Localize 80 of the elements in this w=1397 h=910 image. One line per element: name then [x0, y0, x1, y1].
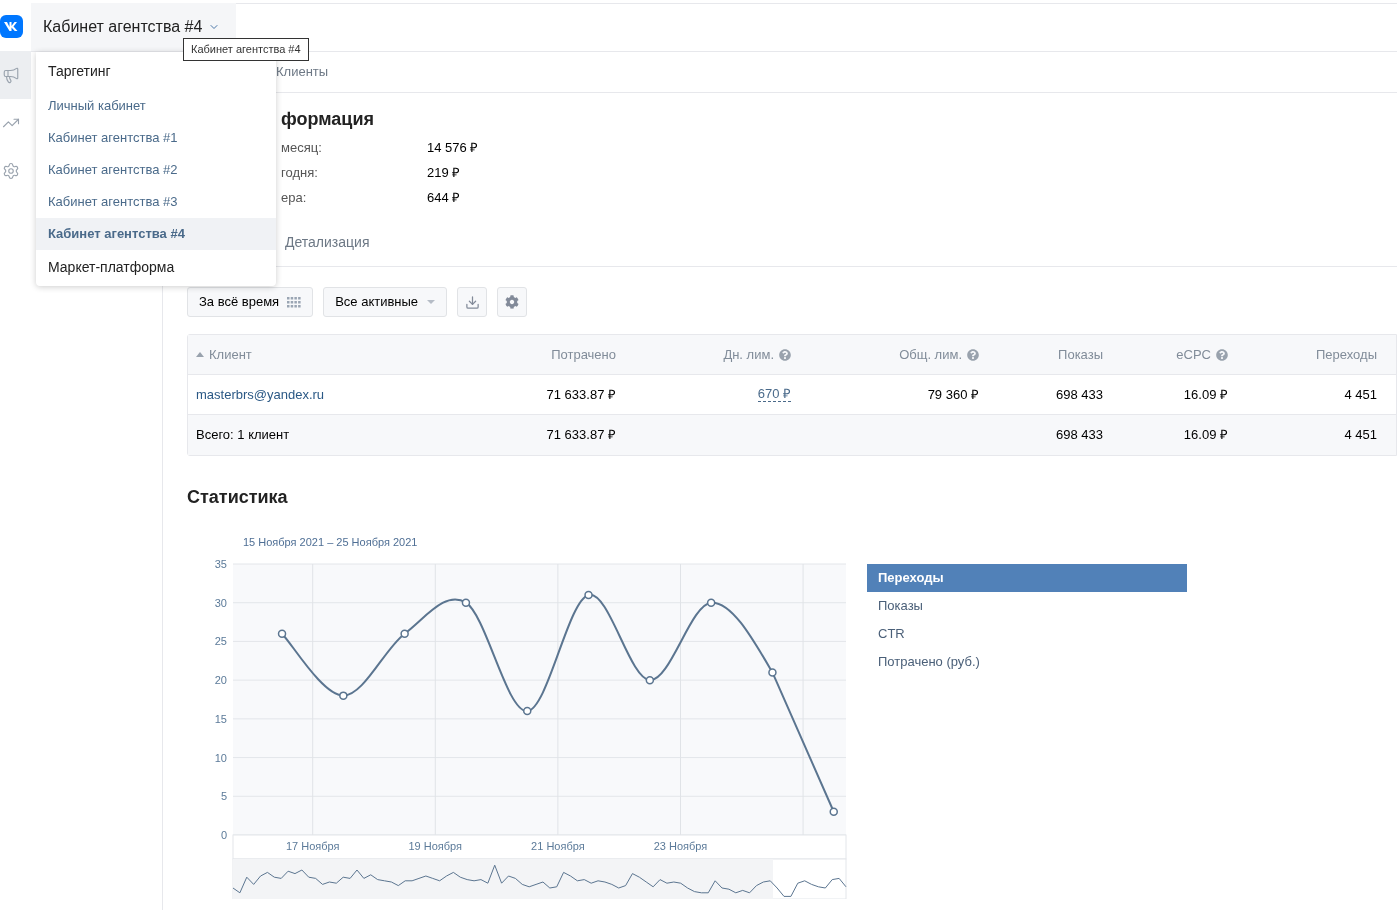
- data-point: [768, 668, 777, 677]
- y-tick-label: 5: [220, 790, 227, 803]
- data-point: [277, 629, 287, 638]
- help-icon[interactable]: [779, 348, 791, 361]
- table-cell-text: 698 433: [1056, 426, 1103, 445]
- section-title: формация: [281, 108, 375, 131]
- data-point: [523, 706, 532, 716]
- column-header[interactable]: Дн. лим.: [723, 344, 774, 365]
- column-header[interactable]: Общ. лим.: [899, 344, 962, 365]
- vk-logo-icon[interactable]: [0, 15, 23, 38]
- menu-item[interactable]: Кабинет агентства #2: [36, 154, 276, 186]
- table-cell-text: 71 633.87 ₽: [546, 426, 616, 445]
- legend-item[interactable]: Показы: [867, 592, 1187, 620]
- table-cell-text: 16.09 ₽: [1183, 426, 1228, 445]
- column-header[interactable]: eCPC: [1176, 344, 1211, 365]
- filter-dropdown[interactable]: Все активные: [323, 287, 448, 317]
- column-header[interactable]: Показы: [1058, 344, 1103, 365]
- navigator-drawing[interactable]: [232, 858, 847, 899]
- y-tick-label: 10: [214, 751, 227, 764]
- data-point: [339, 691, 348, 700]
- data-point: [829, 807, 838, 816]
- y-tick-label: 15: [214, 712, 227, 725]
- column-header[interactable]: Потрачено: [551, 344, 616, 365]
- table-cell-text: 698 433: [1056, 385, 1103, 404]
- info-label: ера:: [281, 188, 308, 207]
- info-value: 219 ₽: [427, 163, 461, 182]
- tab[interactable]: Детализация: [285, 232, 370, 253]
- table-cell-text: Всего: 1 клиент: [196, 426, 290, 445]
- help-icon[interactable]: [967, 348, 979, 361]
- x-tick-label: 17 Ноября: [285, 840, 340, 852]
- data-point: [706, 598, 716, 607]
- y-tick-label: 30: [214, 596, 227, 609]
- info-value: 644 ₽: [427, 188, 461, 207]
- client-link[interactable]: masterbrs@yandex.ru: [196, 384, 325, 405]
- settings-icon[interactable]: [2, 162, 20, 180]
- menu-item[interactable]: Маркет-платформа: [36, 252, 276, 282]
- x-tick-label: 19 Ноября: [408, 840, 463, 852]
- period-button[interactable]: За всё время: [187, 287, 314, 317]
- menu-item[interactable]: Кабинет агентства #1: [36, 122, 276, 154]
- download-button[interactable]: [457, 287, 488, 317]
- x-tick-label: 23 Ноября: [653, 840, 708, 852]
- table-cell-text: 79 360 ₽: [927, 385, 979, 404]
- table-cell-text: 71 633.87 ₽: [546, 385, 616, 404]
- rail-tab[interactable]: [0, 51, 31, 99]
- table-cell-text: 4 451: [1344, 426, 1377, 445]
- y-tick-label: 25: [214, 635, 227, 648]
- data-point: [645, 675, 655, 685]
- chart-title: 15 Ноября 2021 – 25 Ноября 2021: [243, 536, 418, 548]
- sort-up-icon[interactable]: [196, 352, 204, 357]
- column-header[interactable]: Переходы: [1316, 344, 1377, 365]
- menu-item[interactable]: Кабинет агентства #3: [36, 186, 276, 218]
- tooltip: Кабинет агентства #4: [183, 38, 309, 61]
- help-icon[interactable]: [1216, 348, 1228, 361]
- section-title: Статистика: [187, 486, 289, 509]
- y-tick-label: 0: [220, 829, 227, 841]
- menu-item[interactable]: Кабинет агентства #4: [36, 218, 276, 250]
- column-header[interactable]: Клиент: [209, 344, 252, 365]
- table-cell-text: 4 451: [1344, 385, 1377, 404]
- settings-icon: [505, 295, 520, 309]
- data-point: [400, 629, 409, 638]
- y-tick-label: 20: [214, 674, 227, 687]
- info-label: годня:: [281, 163, 319, 182]
- download-icon: [464, 294, 480, 310]
- info-label: месяц:: [281, 138, 323, 157]
- menu-item[interactable]: Личный кабинет: [36, 90, 276, 122]
- calendar-grid-icon: [287, 296, 302, 308]
- settings-button[interactable]: [497, 287, 528, 317]
- limit-link[interactable]: 670 ₽: [757, 387, 791, 402]
- data-point: [461, 598, 471, 607]
- legend-item[interactable]: Переходы: [867, 564, 1187, 592]
- legend-item[interactable]: CTR: [867, 620, 1187, 648]
- y-tick-label: 35: [214, 558, 227, 570]
- legend-item[interactable]: Потрачено (руб.): [867, 648, 1187, 676]
- megaphone-icon[interactable]: [2, 66, 20, 84]
- tab[interactable]: Клиенты: [276, 62, 329, 82]
- info-value: 14 576 ₽: [427, 138, 479, 157]
- data-point: [584, 590, 593, 600]
- table-cell-text: 16.09 ₽: [1183, 385, 1228, 404]
- x-tick-label: 21 Ноября: [531, 840, 585, 852]
- caret-icon: [427, 300, 436, 304]
